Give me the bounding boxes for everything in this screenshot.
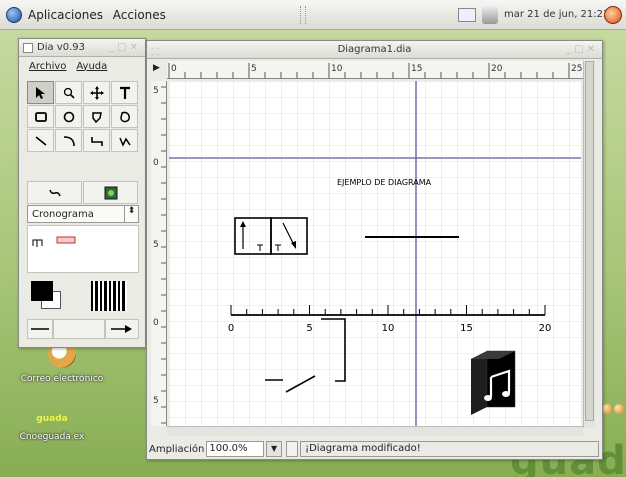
ruler-label: 5 [153,396,159,406]
sheet-objects-area [27,225,139,273]
ruler-label: 5 [251,64,257,74]
line-start-selector[interactable] [27,319,53,339]
ruler-label: 25 [571,64,582,74]
window-controls[interactable]: _□✕ [109,42,141,53]
image-tool-icon[interactable] [83,181,138,204]
toolbox-menubar: Archivo Ayuda [19,57,145,75]
beziergon-tool-icon[interactable] [111,105,138,128]
zoom-label: Ampliación [149,443,205,455]
menu-acciones[interactable]: Acciones [113,8,166,22]
panel-separator [300,6,306,24]
sheet-object-2[interactable] [56,234,76,248]
polygon-tool-icon[interactable] [83,105,110,128]
sheet-object-1[interactable] [32,234,52,248]
tool-grid [27,81,139,152]
diagram-canvas[interactable]: EJEMPLO DE DIAGRAMA 0 5 10 15 20 [169,81,581,426]
horizontal-ruler: 0 5 10 15 20 25 [167,61,585,79]
toolbox-titlebar[interactable]: Dia v0.93 _□✕ [19,39,145,57]
diagram-title: Diagrama1.dia [337,44,412,55]
canvas-heading[interactable]: EJEMPLO DE DIAGRAMA [337,178,432,187]
toolbox-title: Dia v0.93 [37,42,85,53]
line-width-selector[interactable] [91,281,127,311]
scale-label: 20 [539,323,552,334]
pointer-tool-icon[interactable] [27,81,54,104]
window-menu-icon[interactable]: ⸬ [151,44,159,58]
sheet-selector-value: Cronograma [32,208,94,220]
status-icon [286,441,299,457]
menu-arrow-icon[interactable]: ▶ [153,63,160,73]
color-selector[interactable] [31,281,63,311]
scale-label: 10 [382,323,395,334]
move-tool-icon[interactable] [83,81,110,104]
zoom-input[interactable]: 100.0% [206,441,265,457]
ellipse-tool-icon[interactable] [55,105,82,128]
statusbar: Ampliación 100.0% ▼ ¡Diagrama modificado… [149,439,599,459]
menu-ayuda[interactable]: Ayuda [76,61,107,72]
panel-clock[interactable]: mar 21 de jun, 21:23 [504,9,609,20]
panel-menu: Aplicaciones Acciones [28,8,172,22]
box-tool-icon[interactable] [27,105,54,128]
tool-grid-extra [27,181,138,204]
volume-icon[interactable] [482,6,498,24]
status-message: ¡Diagrama modificado! [300,441,599,457]
top-panel: Aplicaciones Acciones mar 21 de jun, 21:… [0,0,626,30]
text-tool-icon[interactable] [111,81,138,104]
polyline-tool-icon[interactable] [111,129,138,152]
window-controls[interactable]: _□✕ [566,44,598,55]
shutdown-icon[interactable] [604,6,622,24]
vertical-scroll-thumb[interactable] [585,61,594,421]
ruler-label: 0 [153,318,159,328]
horizontal-scrollbar[interactable] [167,426,583,436]
diagram-window: ⸬ Diagrama1.dia _□✕ ▶ 0 5 10 15 20 25 5 0 5 0 5 E… [146,40,603,460]
dia-app-icon [23,42,33,53]
vertical-ruler: 5 0 5 0 5 [151,81,167,426]
desktop-icon-label: Cnoeguada.ex [19,432,85,442]
line-end-selector[interactable] [105,319,139,339]
zigzag-tool-icon[interactable] [83,129,110,152]
desktop-icon-guada[interactable]: guada Cnoeguada.ex [2,408,102,442]
ruler-label: 20 [491,64,503,74]
ruler-label: 0 [153,158,159,168]
arc-tool-icon[interactable] [55,129,82,152]
toolbox-window: Dia v0.93 _□✕ Archivo Ayuda Cronograma ⬍ [18,38,146,348]
line-tool-icon[interactable] [27,129,54,152]
line-style-row [27,319,139,339]
ruler-label: 5 [153,86,159,96]
applications-menu-icon[interactable] [6,6,22,23]
desktop-icon-label: Correo electrónico [20,374,104,384]
chevron-updown-icon: ⬍ [124,206,138,222]
bezierline-tool-icon[interactable] [27,181,82,204]
chevron-down-icon[interactable]: ▼ [266,441,283,457]
guada-logo-icon: guada [36,414,68,424]
menu-archivo[interactable]: Archivo [29,61,66,72]
keyboard-indicator-icon[interactable] [458,8,476,22]
menu-aplicaciones[interactable]: Aplicaciones [28,8,103,22]
ruler-label: 10 [331,64,343,74]
scale-label: 5 [306,323,312,334]
diagram-titlebar[interactable]: ⸬ Diagrama1.dia _□✕ [147,41,602,59]
scale-label: 0 [228,323,234,334]
zoom-tool-icon[interactable] [55,81,82,104]
scale-label: 15 [460,323,473,334]
line-style-selector[interactable] [53,319,105,339]
speaker-image[interactable] [471,350,516,415]
ruler-label: 5 [153,240,159,250]
vertical-scrollbar[interactable] [583,61,595,428]
ruler-label: 15 [411,64,422,74]
ruler-label: 0 [171,64,177,74]
sheet-selector[interactable]: Cronograma ⬍ [27,205,139,223]
foreground-color-swatch[interactable] [31,281,53,301]
